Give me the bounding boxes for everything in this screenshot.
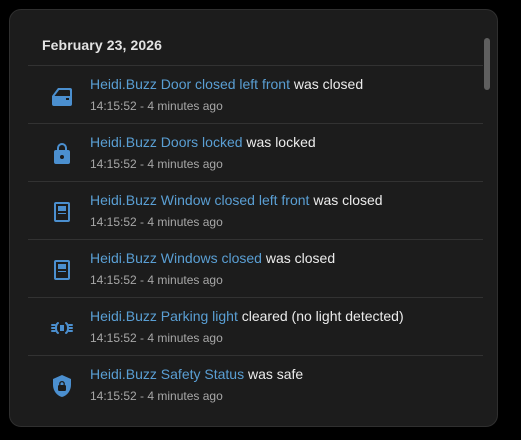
window-closed-icon: [49, 257, 75, 283]
car-door-icon: [49, 83, 75, 109]
entry-time: 14:15:52 - 4 minutes ago: [90, 99, 223, 113]
lock-icon: [49, 141, 75, 167]
entry-time: 14:15:52 - 4 minutes ago: [90, 273, 223, 287]
entity-link[interactable]: Heidi.Buzz Doors locked: [90, 134, 243, 150]
entry-time: 14:15:52 - 4 minutes ago: [90, 389, 223, 403]
logbook-entry[interactable]: Heidi.Buzz Door closed left front was cl…: [28, 65, 483, 123]
scrollbar-thumb[interactable]: [484, 38, 490, 90]
entity-link[interactable]: Heidi.Buzz Windows closed: [90, 250, 262, 266]
entry-text: Heidi.Buzz Windows closed was closed: [90, 250, 335, 266]
logbook-entry-list: Heidi.Buzz Door closed left front was cl…: [28, 65, 483, 413]
logbook-card: February 23, 2026 Heidi.Buzz Door closed…: [9, 9, 498, 427]
entry-time: 14:15:52 - 4 minutes ago: [90, 157, 223, 171]
date-header: February 23, 2026: [42, 37, 162, 53]
entry-message: was closed: [293, 76, 364, 92]
entry-message: was safe: [247, 366, 304, 382]
entity-link[interactable]: Heidi.Buzz Window closed left front: [90, 192, 309, 208]
entity-link[interactable]: Heidi.Buzz Door closed left front: [90, 76, 290, 92]
entry-text: Heidi.Buzz Parking light cleared (no lig…: [90, 308, 404, 324]
logbook-entry[interactable]: Heidi.Buzz Windows closed was closed 14:…: [28, 239, 483, 297]
entry-text: Heidi.Buzz Window closed left front was …: [90, 192, 383, 208]
logbook-entry[interactable]: Heidi.Buzz Window closed left front was …: [28, 181, 483, 239]
entry-message: was closed: [265, 250, 336, 266]
logbook-entry[interactable]: Heidi.Buzz Parking light cleared (no lig…: [28, 297, 483, 355]
entry-time: 14:15:52 - 4 minutes ago: [90, 215, 223, 229]
shield-lock-icon: [49, 373, 75, 399]
entry-time: 14:15:52 - 4 minutes ago: [90, 331, 223, 345]
entry-message: cleared (no light detected): [241, 308, 404, 324]
logbook-entry[interactable]: Heidi.Buzz Doors locked was locked 14:15…: [28, 123, 483, 181]
entity-link[interactable]: Heidi.Buzz Safety Status: [90, 366, 244, 382]
parking-light-icon: [49, 315, 75, 341]
entry-text: Heidi.Buzz Doors locked was locked: [90, 134, 316, 150]
entry-text: Heidi.Buzz Door closed left front was cl…: [90, 76, 363, 92]
entry-message: was locked: [246, 134, 316, 150]
window-closed-icon: [49, 199, 75, 225]
logbook-entry[interactable]: Heidi.Buzz Safety Status was safe 14:15:…: [28, 355, 483, 413]
entry-message: was closed: [313, 192, 383, 208]
entry-text: Heidi.Buzz Safety Status was safe: [90, 366, 303, 382]
entity-link[interactable]: Heidi.Buzz Parking light: [90, 308, 238, 324]
